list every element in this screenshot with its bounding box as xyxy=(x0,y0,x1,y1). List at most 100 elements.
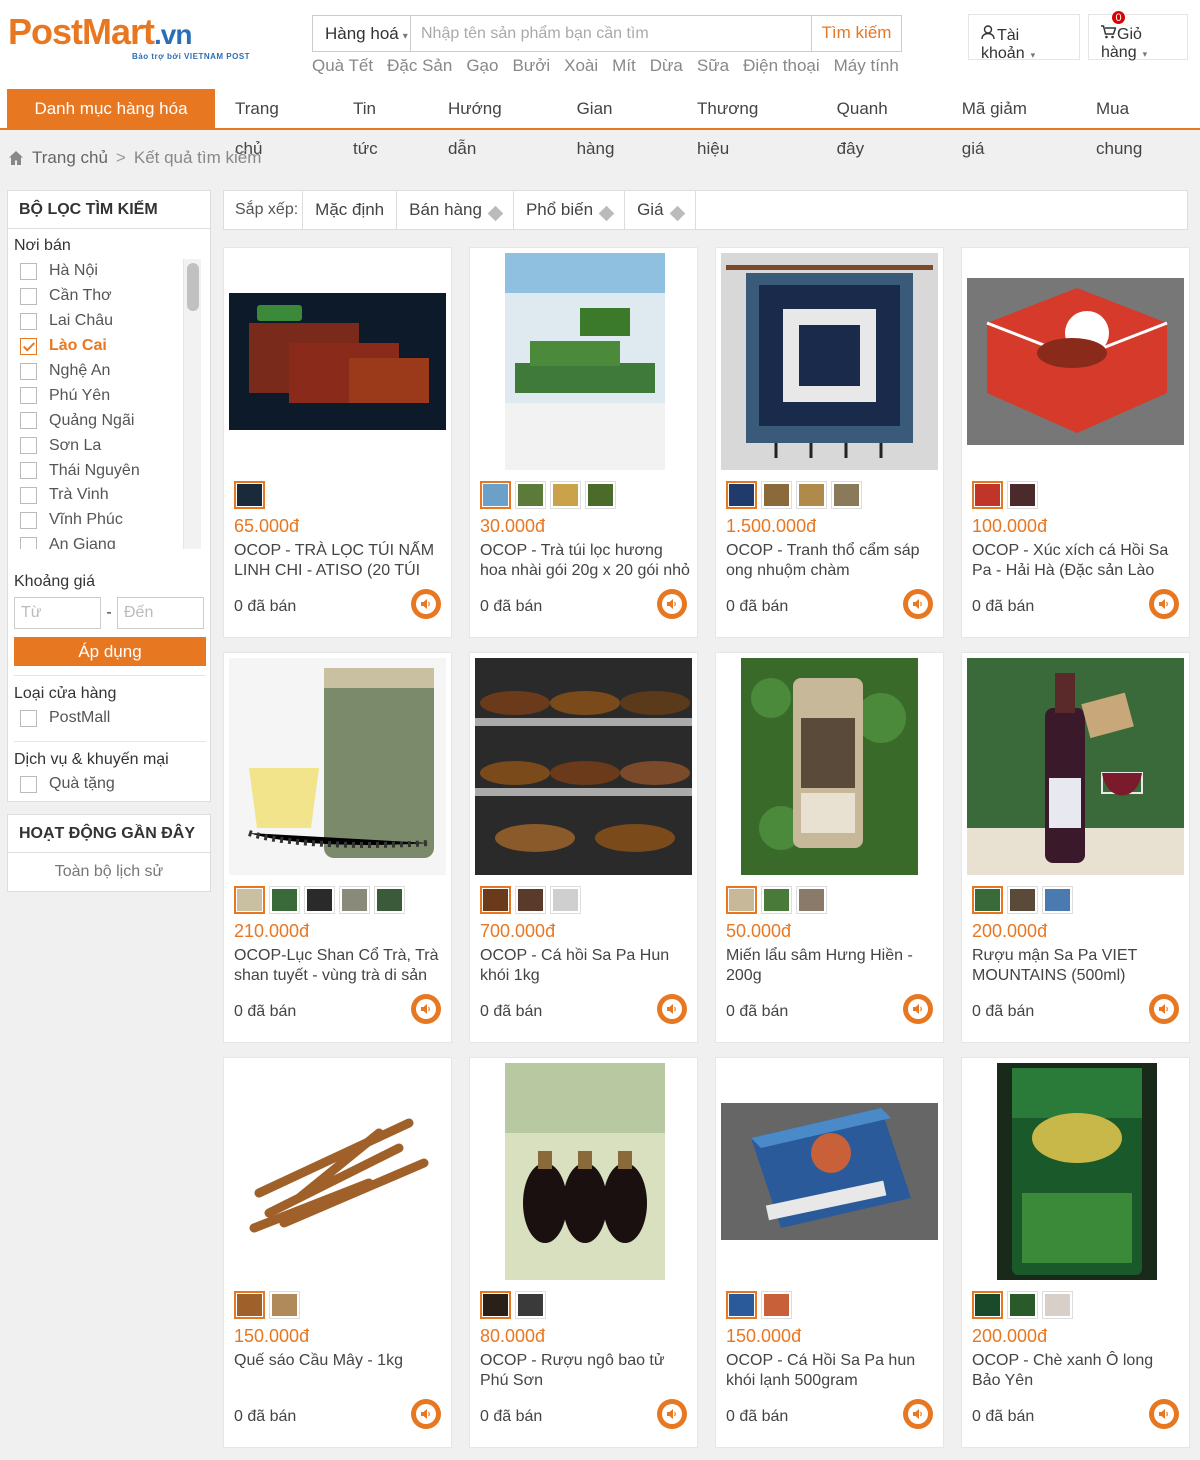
product-thumbnail[interactable] xyxy=(831,481,862,509)
product-thumbnail[interactable] xyxy=(585,481,616,509)
product-card[interactable]: 200.000đ Rượu mận Sa Pa VIET MOUNTAINS (5… xyxy=(961,652,1190,1043)
product-name[interactable]: OCOP - Xúc xích cá Hồi Sa Pa - Hải Hà (Đ… xyxy=(972,541,1182,583)
sort-option[interactable]: Giá xyxy=(624,191,696,229)
product-thumbnail[interactable] xyxy=(374,886,405,914)
store-type-postmall-option[interactable]: PostMall xyxy=(20,709,110,727)
product-name[interactable]: Rượu mận Sa Pa VIET MOUNTAINS (500ml) xyxy=(972,946,1182,988)
product-card[interactable]: 700.000đ OCOP - Cá hồi Sa Pa Hun khói 1kg… xyxy=(469,652,698,1043)
speaker-icon[interactable] xyxy=(903,1399,933,1429)
speaker-icon[interactable] xyxy=(411,994,441,1024)
scrollbar-thumb[interactable] xyxy=(187,263,199,311)
nav-link[interactable]: Trang chủ xyxy=(213,89,331,158)
category-menu-button[interactable]: Danh mục hàng hóa xyxy=(7,89,215,129)
price-from-input[interactable] xyxy=(14,597,101,629)
checkbox[interactable] xyxy=(20,337,37,355)
product-card[interactable]: 100.000đ OCOP - Xúc xích cá Hồi Sa Pa - H… xyxy=(961,247,1190,638)
product-thumbnail[interactable] xyxy=(269,1291,300,1319)
checkbox[interactable] xyxy=(20,486,37,504)
product-image[interactable] xyxy=(967,658,1184,875)
checkbox[interactable] xyxy=(20,775,37,793)
product-thumbnail[interactable] xyxy=(1007,886,1038,914)
nav-link[interactable]: Quanh đây xyxy=(815,89,940,158)
speaker-icon[interactable] xyxy=(657,994,687,1024)
quick-link[interactable]: Mít xyxy=(612,56,636,78)
product-thumbnail[interactable] xyxy=(972,886,1003,914)
nav-link[interactable]: Mã giảm giá xyxy=(940,89,1074,158)
quick-link[interactable]: Điện thoại xyxy=(743,56,820,78)
product-thumbnail[interactable] xyxy=(269,886,300,914)
speaker-icon[interactable] xyxy=(411,1399,441,1429)
product-image[interactable] xyxy=(229,658,446,875)
product-card[interactable]: 80.000đ OCOP - Rượu ngô bao tử Phú Sơn 0 đ… xyxy=(469,1057,698,1448)
speaker-icon[interactable] xyxy=(411,589,441,619)
product-name[interactable]: OCOP - Cá Hồi Sa Pa hun khói lạnh 500gra… xyxy=(726,1351,936,1393)
product-thumbnail[interactable] xyxy=(234,481,265,509)
product-image[interactable] xyxy=(475,1063,692,1280)
location-option[interactable]: Quảng Ngãi xyxy=(16,408,202,433)
location-option[interactable]: Hà Nội xyxy=(16,259,202,284)
nav-link[interactable]: Tin tức xyxy=(331,89,426,158)
sort-option[interactable]: Mặc định xyxy=(302,191,396,229)
speaker-icon[interactable] xyxy=(903,589,933,619)
search-category-select[interactable]: Hàng hoá ▾ xyxy=(313,16,411,51)
product-thumbnail[interactable] xyxy=(1042,886,1073,914)
apply-price-button[interactable]: Áp dụng xyxy=(14,637,206,666)
product-card[interactable]: 65.000đ OCOP - TRÀ LỌC TÚI NẤM LINH CHI -… xyxy=(223,247,452,638)
product-thumbnail[interactable] xyxy=(972,1291,1003,1319)
product-name[interactable]: OCOP - Chè xanh Ô long Bảo Yên xyxy=(972,1351,1182,1393)
product-thumbnail[interactable] xyxy=(550,886,581,914)
product-name[interactable]: OCOP - Tranh thổ cẩm sáp ong nhuộm chàm xyxy=(726,541,936,583)
quick-link[interactable]: Sữa xyxy=(697,56,729,78)
location-option[interactable]: Sơn La xyxy=(16,433,202,458)
cart-menu[interactable]: 0 Giỏ hàng ▾ xyxy=(1088,10,1188,61)
product-thumbnail[interactable] xyxy=(480,481,511,509)
product-image[interactable] xyxy=(721,253,938,470)
product-thumbnail[interactable] xyxy=(761,1291,792,1319)
quick-link[interactable]: Gạo xyxy=(466,56,498,78)
product-image[interactable] xyxy=(721,1063,938,1280)
product-thumbnail[interactable] xyxy=(761,886,792,914)
product-card[interactable]: 150.000đ Quế sáo Cầu Mây - 1kg 0 đã bán xyxy=(223,1057,452,1448)
home-icon[interactable] xyxy=(8,150,24,166)
speaker-icon[interactable] xyxy=(1149,994,1179,1024)
checkbox[interactable] xyxy=(20,709,37,727)
quick-link[interactable]: Xoài xyxy=(564,56,598,78)
product-image[interactable] xyxy=(475,253,692,470)
product-thumbnail[interactable] xyxy=(480,1291,511,1319)
product-name[interactable]: Quế sáo Cầu Mây - 1kg xyxy=(234,1351,444,1393)
sort-option[interactable]: Bán hàng xyxy=(396,191,513,229)
product-thumbnail[interactable] xyxy=(515,886,546,914)
location-option[interactable]: An Giang xyxy=(16,533,202,549)
product-thumbnail[interactable] xyxy=(796,481,827,509)
checkbox[interactable] xyxy=(20,362,37,380)
product-card[interactable]: 200.000đ OCOP - Chè xanh Ô long Bảo Yên 0 … xyxy=(961,1057,1190,1448)
speaker-icon[interactable] xyxy=(1149,589,1179,619)
nav-link[interactable]: Thương hiệu xyxy=(675,89,815,158)
product-image[interactable] xyxy=(229,253,446,470)
checkbox[interactable] xyxy=(20,312,37,330)
quick-link[interactable]: Quà Tết xyxy=(312,56,373,78)
postmart-logo[interactable]: PostMart.vn Bảo trợ bởi VIETNAM POST xyxy=(8,12,250,62)
product-card[interactable]: 30.000đ OCOP - Trà túi lọc hương hoa nhài… xyxy=(469,247,698,638)
product-image[interactable] xyxy=(967,1063,1184,1280)
product-image[interactable] xyxy=(229,1063,446,1280)
price-to-input[interactable] xyxy=(117,597,204,629)
search-button[interactable]: Tìm kiếm xyxy=(811,16,901,51)
account-menu[interactable]: Tài khoản ▾ xyxy=(968,14,1080,62)
product-thumbnail[interactable] xyxy=(480,886,511,914)
nav-link[interactable]: Mua chung xyxy=(1074,89,1200,158)
location-option[interactable]: Nghệ An xyxy=(16,359,202,384)
checkbox[interactable] xyxy=(20,437,37,455)
quick-link[interactable]: Bưởi xyxy=(512,56,550,78)
product-thumbnail[interactable] xyxy=(726,481,757,509)
product-thumbnail[interactable] xyxy=(515,1291,546,1319)
location-option[interactable]: Trà Vinh xyxy=(16,483,202,508)
nav-link[interactable]: Hướng dẫn xyxy=(426,89,555,158)
quick-link[interactable]: Máy tính xyxy=(834,56,899,78)
nav-link[interactable]: Gian hàng xyxy=(555,89,675,158)
full-history-link[interactable]: Toàn bộ lịch sử xyxy=(8,853,210,891)
product-thumbnail[interactable] xyxy=(234,1291,265,1319)
product-card[interactable]: 150.000đ OCOP - Cá Hồi Sa Pa hun khói lạn… xyxy=(715,1057,944,1448)
checkbox[interactable] xyxy=(20,412,37,430)
product-card[interactable]: 1.500.000đ OCOP - Tranh thổ cẩm sáp ong n… xyxy=(715,247,944,638)
